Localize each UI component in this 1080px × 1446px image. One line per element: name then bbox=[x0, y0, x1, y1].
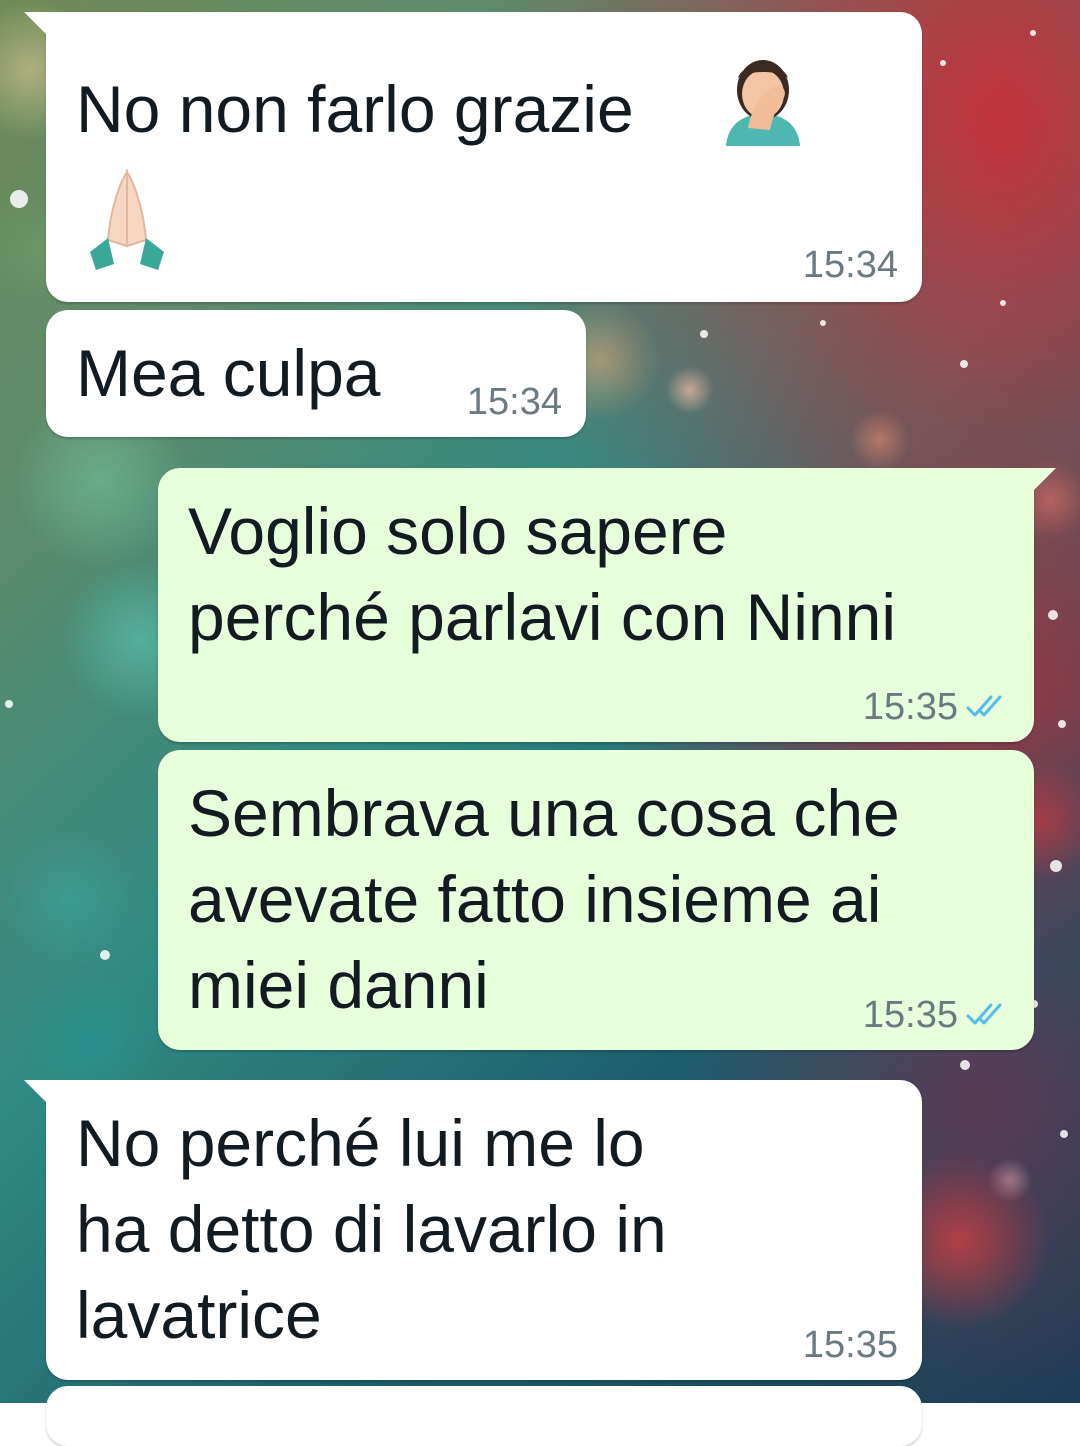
message-meta: 15:35 bbox=[863, 688, 1010, 726]
bubble-tail bbox=[24, 1080, 50, 1106]
message-timestamp: 15:35 bbox=[862, 686, 958, 728]
message-bubble-incoming[interactable]: Mea culpa 15:34 bbox=[46, 310, 586, 437]
read-receipt-icon bbox=[966, 1001, 1010, 1029]
message-timestamp: 15:35 bbox=[802, 1324, 898, 1366]
message-list[interactable]: No non farlo grazie 15:34 Mea culpa 15:3… bbox=[0, 0, 1080, 1446]
message-text: Sembrava una cosa che avevate fatto insi… bbox=[188, 776, 900, 1022]
read-receipt-icon bbox=[966, 693, 1010, 721]
message-text: No non farlo grazie bbox=[76, 72, 634, 146]
bubble-tail bbox=[24, 12, 50, 38]
message-timestamp: 15:34 bbox=[466, 381, 562, 423]
message-bubble-outgoing[interactable]: Sembrava una cosa che avevate fatto insi… bbox=[158, 750, 1034, 1050]
message-meta: 15:35 bbox=[863, 996, 1010, 1034]
message-text: No perché lui me lo ha detto di lavarlo … bbox=[76, 1106, 667, 1352]
face-palm-emoji bbox=[718, 50, 808, 151]
message-text: Voglio solo sapere perché parlavi con Ni… bbox=[188, 494, 897, 654]
message-timestamp: 15:34 bbox=[802, 244, 898, 286]
message-text: Mea culpa bbox=[76, 336, 381, 410]
message-bubble-incoming-partial[interactable] bbox=[46, 1386, 922, 1446]
message-timestamp: 15:35 bbox=[862, 994, 958, 1036]
message-meta: 15:34 bbox=[803, 246, 898, 284]
folded-hands-emoji bbox=[84, 166, 170, 281]
message-bubble-incoming[interactable]: No perché lui me lo ha detto di lavarlo … bbox=[24, 1080, 922, 1380]
message-bubble-incoming[interactable]: No non farlo grazie 15:34 bbox=[24, 12, 922, 302]
message-bubble-outgoing[interactable]: Voglio solo sapere perché parlavi con Ni… bbox=[158, 468, 1056, 742]
bubble-tail bbox=[1030, 468, 1056, 494]
message-meta: 15:34 bbox=[467, 383, 562, 421]
message-meta: 15:35 bbox=[803, 1326, 898, 1364]
